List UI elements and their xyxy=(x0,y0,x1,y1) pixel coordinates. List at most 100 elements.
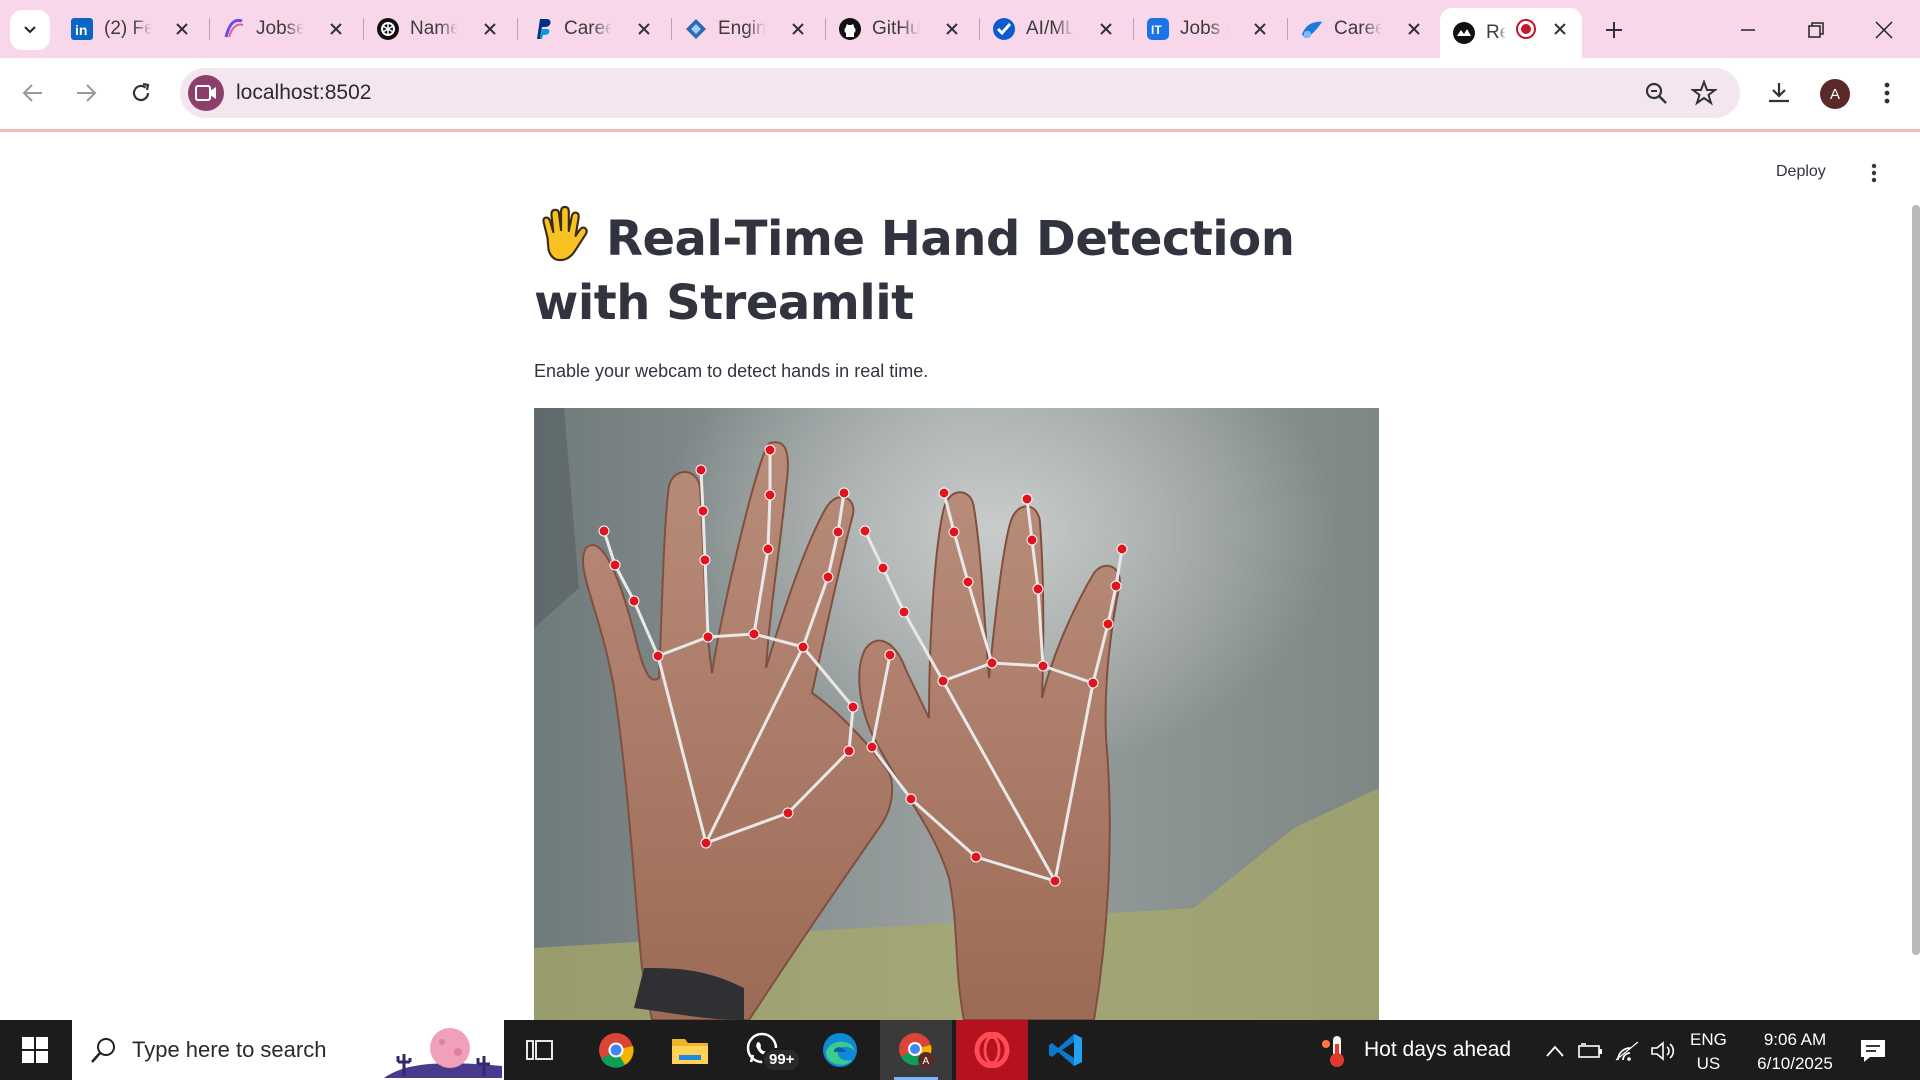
hand-landmark-point xyxy=(697,505,709,517)
svg-text:in: in xyxy=(75,22,87,38)
volume-icon[interactable] xyxy=(1650,1038,1676,1064)
close-icon[interactable] xyxy=(942,19,962,39)
address-bar[interactable]: localhost:8502 xyxy=(180,68,1740,118)
close-icon[interactable] xyxy=(1550,19,1570,39)
more-vertical-icon xyxy=(1884,82,1890,104)
close-icon[interactable] xyxy=(1250,19,1270,39)
browser-menu-button[interactable] xyxy=(1868,74,1906,112)
restore-icon xyxy=(1808,22,1824,38)
taskbar-vscode[interactable] xyxy=(1030,1020,1102,1080)
tab-strip: in (2) Feed | LinkedIn Jobseeker Name Ca… xyxy=(0,0,1920,58)
hand-landmark-point xyxy=(1087,677,1099,689)
tab-openai[interactable]: Name xyxy=(364,8,516,50)
tab-github[interactable]: GitHub xyxy=(826,8,978,50)
arrow-right-icon xyxy=(77,84,97,102)
edge-icon xyxy=(823,1033,857,1067)
input-language[interactable]: ENG US xyxy=(1690,1028,1727,1076)
hand-landmark-point xyxy=(1049,875,1061,887)
taskbar-clock[interactable]: 9:06 AM 6/10/2025 xyxy=(1740,1028,1850,1076)
taskbar-edge[interactable] xyxy=(804,1020,876,1080)
tab-linkedin[interactable]: in (2) Feed | LinkedIn xyxy=(58,8,208,50)
notification-center-button[interactable] xyxy=(1856,1034,1890,1068)
minimize-button[interactable] xyxy=(1730,12,1766,48)
taskbar-opera[interactable] xyxy=(956,1020,1028,1080)
webcam-feed xyxy=(534,408,1379,1020)
taskbar-whatsapp[interactable]: 99+ xyxy=(728,1020,802,1080)
streamlit-icon xyxy=(1452,21,1476,45)
close-icon[interactable] xyxy=(172,19,192,39)
openai-icon xyxy=(376,17,400,41)
taskbar-search-box[interactable]: Type here to search xyxy=(72,1020,504,1080)
notification-icon xyxy=(1861,1040,1885,1062)
main-menu-button[interactable] xyxy=(1862,161,1886,185)
forward-button[interactable] xyxy=(67,74,105,112)
jobseeker-icon xyxy=(222,17,246,41)
taskbar-chrome[interactable] xyxy=(580,1020,652,1080)
close-window-button[interactable] xyxy=(1866,12,1902,48)
close-icon[interactable] xyxy=(1404,19,1424,39)
close-icon[interactable] xyxy=(480,19,500,39)
back-button[interactable] xyxy=(14,74,52,112)
file-explorer-icon xyxy=(672,1039,708,1064)
tab-search-button[interactable] xyxy=(10,10,50,50)
raised-hand-emoji xyxy=(542,205,588,262)
tab-title: (2) Feed | LinkedIn xyxy=(104,18,152,39)
bookmark-star-icon[interactable] xyxy=(1690,79,1718,107)
page-scrollbar[interactable] xyxy=(1912,205,1920,955)
tab-title: Careers xyxy=(564,18,612,39)
hand-landmark-point xyxy=(700,837,712,849)
close-icon[interactable] xyxy=(788,19,808,39)
weather-thermometer-icon xyxy=(1322,1036,1344,1067)
tab-jobs[interactable]: IT Jobs at xyxy=(1134,8,1286,50)
page-subtitle: Enable your webcam to detect hands in re… xyxy=(534,361,929,381)
taskbar-chrome-profile[interactable]: A xyxy=(880,1020,952,1080)
clock-date: 6/10/2025 xyxy=(1757,1054,1833,1073)
hand-landmark-point xyxy=(866,741,878,753)
restore-button[interactable] xyxy=(1798,12,1834,48)
github-icon xyxy=(838,17,862,41)
close-icon[interactable] xyxy=(326,19,346,39)
tab-streamlit-active[interactable]: Re xyxy=(1440,8,1582,58)
paypal-icon xyxy=(530,17,554,41)
battery-icon[interactable] xyxy=(1578,1038,1604,1064)
tab-aiml[interactable]: AI/ML xyxy=(980,8,1132,50)
close-icon[interactable] xyxy=(1096,19,1116,39)
camera-in-use-icon[interactable] xyxy=(188,75,224,111)
careers-icon xyxy=(1300,17,1324,41)
start-button[interactable] xyxy=(0,1020,70,1080)
windows-logo-icon xyxy=(22,1037,48,1063)
close-icon xyxy=(1875,21,1893,39)
url-text[interactable]: localhost:8502 xyxy=(236,81,371,105)
downloads-button[interactable] xyxy=(1760,74,1798,112)
browser-toolbar: localhost:8502 A xyxy=(0,58,1920,132)
hand-landmark-point xyxy=(877,562,889,574)
hand-landmark-point xyxy=(822,571,834,583)
region-code: US xyxy=(1696,1054,1721,1073)
close-icon[interactable] xyxy=(634,19,654,39)
svg-text:IT: IT xyxy=(1151,23,1162,37)
webcam-video-frame xyxy=(534,408,1379,1020)
taskbar-file-explorer[interactable] xyxy=(654,1020,726,1080)
tab-jobseeker[interactable]: Jobseeker xyxy=(210,8,362,50)
landmark-connection xyxy=(699,469,705,512)
tab-careers[interactable]: Careers xyxy=(1288,8,1440,50)
tab-engineering[interactable]: Engineering xyxy=(672,8,824,50)
tab-paypal[interactable]: Careers xyxy=(518,8,670,50)
hand-landmark-point xyxy=(652,650,664,662)
reload-button[interactable] xyxy=(122,74,160,112)
profile-avatar[interactable]: A xyxy=(1820,79,1850,109)
wifi-icon[interactable] xyxy=(1614,1038,1640,1064)
hand-landmark-point xyxy=(762,543,774,555)
task-view-button[interactable] xyxy=(504,1020,576,1080)
zoom-icon[interactable] xyxy=(1642,79,1670,107)
new-tab-button[interactable] xyxy=(1600,16,1628,44)
minimize-icon xyxy=(1741,29,1755,31)
hand-landmark-point xyxy=(937,675,949,687)
show-hidden-icons-button[interactable] xyxy=(1542,1038,1568,1064)
hand-landmark-point xyxy=(962,576,974,588)
vscode-icon xyxy=(1049,1034,1082,1066)
language-code: ENG xyxy=(1690,1030,1727,1049)
deploy-button[interactable]: Deploy xyxy=(1776,163,1826,181)
opera-icon xyxy=(974,1032,1010,1068)
weather-text[interactable]: Hot days ahead xyxy=(1364,1038,1511,1062)
